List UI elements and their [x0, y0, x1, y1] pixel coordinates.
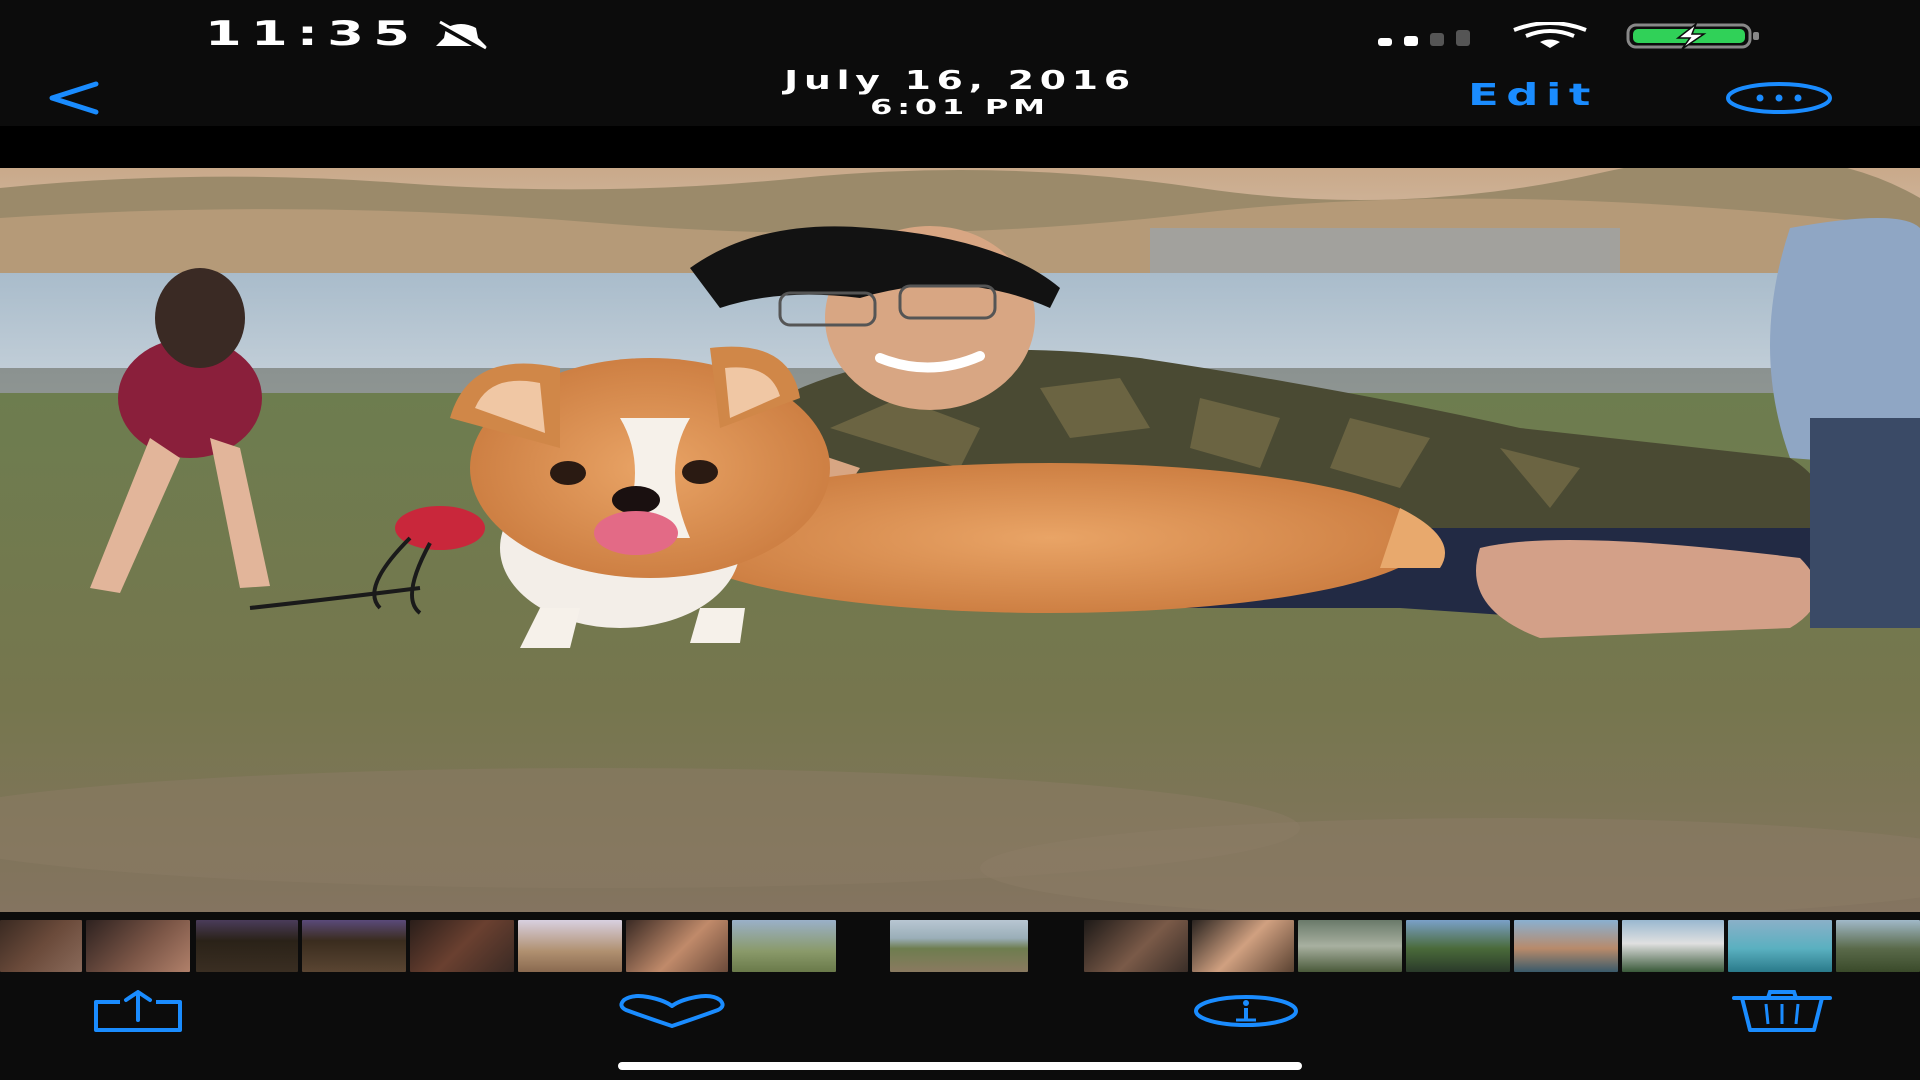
wifi-icon: [1513, 22, 1587, 48]
thumbnail-current[interactable]: [890, 920, 1028, 972]
thumbnail[interactable]: [1622, 920, 1724, 972]
thumbnail[interactable]: [302, 920, 406, 972]
thumbnail[interactable]: [86, 920, 190, 972]
trash-icon[interactable]: [1732, 990, 1832, 1034]
thumbnail[interactable]: [1836, 920, 1920, 972]
thumbnail[interactable]: [0, 920, 82, 972]
thumbnail[interactable]: [1406, 920, 1510, 972]
home-indicator[interactable]: [618, 1062, 1302, 1070]
share-icon[interactable]: [90, 990, 186, 1034]
thumbnail[interactable]: [518, 920, 622, 972]
photo-time: 6:01 PM: [870, 95, 1050, 119]
status-bar: 11:35: [0, 0, 1920, 70]
photo-man-with-corgi[interactable]: [0, 168, 1920, 912]
thumbnail[interactable]: [626, 920, 728, 972]
bell-slash-icon: [436, 20, 487, 52]
thumbnail[interactable]: [1514, 920, 1618, 972]
photo-letterbox: [0, 126, 1920, 168]
info-circle-icon[interactable]: [1192, 994, 1300, 1028]
battery-charging-icon: [1626, 22, 1759, 50]
cellular-signal-icon: [1378, 30, 1470, 46]
ellipsis-circle-icon[interactable]: [1724, 80, 1834, 116]
chevron-left-icon: [49, 81, 99, 115]
photo-viewer-screen: 11:35 July 16, 2016 6:01 PM Edit: [0, 0, 1920, 1080]
photo-date-title: July 16, 2016 6:01 PM: [660, 66, 1260, 118]
status-time: 11:35: [205, 14, 420, 54]
back-button[interactable]: [44, 80, 104, 120]
thumbnail[interactable]: [732, 920, 836, 972]
photo-date: July 16, 2016: [784, 66, 1136, 96]
thumbnail[interactable]: [1192, 920, 1294, 972]
thumbnail[interactable]: [410, 920, 514, 972]
thumbnail[interactable]: [1084, 920, 1188, 972]
thumbnail[interactable]: [196, 920, 298, 972]
heart-icon[interactable]: [618, 994, 726, 1028]
thumbnail[interactable]: [1298, 920, 1402, 972]
edit-button[interactable]: Edit: [1468, 78, 1598, 113]
thumbnail[interactable]: [1728, 920, 1832, 972]
